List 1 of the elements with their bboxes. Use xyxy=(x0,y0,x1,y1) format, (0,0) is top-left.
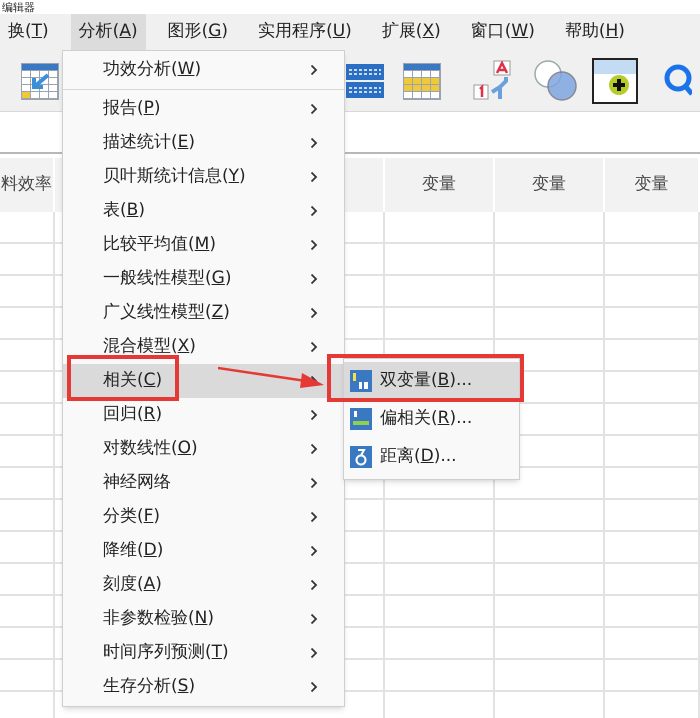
window-title: 编辑器 xyxy=(2,2,35,14)
